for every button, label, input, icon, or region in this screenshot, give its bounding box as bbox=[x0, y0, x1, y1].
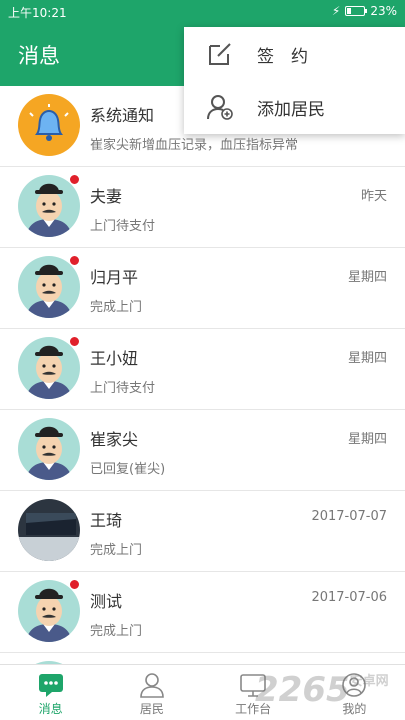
battery-icon bbox=[345, 6, 368, 16]
message-preview: 完成上门 bbox=[90, 543, 143, 558]
add-resident-icon bbox=[206, 93, 234, 121]
avatar bbox=[18, 499, 80, 561]
avatar bbox=[18, 256, 80, 318]
message-time: 2017-07-07 bbox=[311, 509, 387, 524]
message-preview: 完成上门 bbox=[90, 624, 143, 639]
contact-name: 崔家尖 bbox=[90, 430, 139, 449]
status-indicators: ⚡ 23% bbox=[332, 4, 397, 18]
watermark: 2265安卓网 bbox=[255, 670, 389, 710]
list-item[interactable]: 崔家尖已回复(崔尖) 星期四 bbox=[0, 410, 405, 491]
avatar bbox=[18, 337, 80, 399]
message-preview: 上门待支付 bbox=[90, 381, 156, 396]
unread-badge bbox=[69, 579, 80, 590]
contact-name: 系统通知 bbox=[90, 106, 155, 125]
contact-name: 夫妻 bbox=[90, 187, 123, 206]
list-item[interactable]: 王小妞上门待支付 星期四 bbox=[0, 329, 405, 410]
person-icon bbox=[139, 672, 165, 698]
list-item[interactable]: 夫妻上门待支付 昨天 bbox=[0, 167, 405, 248]
tab-messages[interactable]: 消息 bbox=[0, 665, 101, 720]
message-time: 星期四 bbox=[347, 351, 387, 366]
sign-edit-icon bbox=[206, 40, 234, 68]
contact-name: 王小妞 bbox=[90, 349, 139, 368]
popup-menu: 签 约 添加居民 bbox=[184, 27, 405, 134]
message-preview: 已回复(崔尖) bbox=[90, 462, 166, 477]
list-item[interactable]: 测试完成上门 2017-07-06 bbox=[0, 572, 405, 653]
list-item[interactable]: 王琦完成上门 2017-07-07 bbox=[0, 491, 405, 572]
message-preview: 完成上门 bbox=[90, 300, 143, 315]
message-time: 2017-07-06 bbox=[311, 590, 387, 605]
message-time: 星期四 bbox=[347, 270, 387, 285]
contact-name: 测试 bbox=[90, 592, 123, 611]
message-time: 星期四 bbox=[347, 432, 387, 447]
menu-item-sign-label: 签 约 bbox=[257, 47, 308, 67]
unread-badge bbox=[69, 174, 80, 185]
contact-name: 王琦 bbox=[90, 511, 123, 530]
unread-badge bbox=[69, 336, 80, 347]
bell-icon bbox=[18, 94, 80, 156]
avatar bbox=[18, 418, 80, 480]
tab-residents-label: 居民 bbox=[139, 702, 164, 716]
menu-item-sign[interactable]: 签 约 bbox=[184, 27, 405, 80]
list-item[interactable]: 归月平完成上门 星期四 bbox=[0, 248, 405, 329]
contact-name: 归月平 bbox=[90, 268, 139, 287]
message-icon bbox=[38, 672, 64, 698]
status-time: 上午10:21 bbox=[8, 6, 67, 20]
tab-messages-label: 消息 bbox=[38, 702, 63, 716]
message-time: 昨天 bbox=[360, 189, 387, 204]
menu-item-add-resident[interactable]: 添加居民 bbox=[184, 80, 405, 133]
list-item[interactable] bbox=[0, 653, 405, 664]
avatar bbox=[18, 175, 80, 237]
message-list: 系统通知 崔家尖新增血压记录，血压指标异常 夫妻 上门待支付 昨天 归月平 完成上门 星期四王… bbox=[0, 86, 405, 664]
message-preview: 上门待支付 bbox=[90, 219, 156, 234]
unread-badge bbox=[69, 255, 80, 266]
status-bar: 上午10:21 ⚡ 23% bbox=[0, 0, 405, 24]
page-title: 消息 bbox=[18, 44, 60, 68]
menu-item-add-resident-label: 添加居民 bbox=[257, 100, 325, 120]
avatar bbox=[18, 580, 80, 642]
tab-residents[interactable]: 居民 bbox=[101, 665, 202, 720]
battery-percent: 23% bbox=[370, 4, 397, 18]
message-preview: 崔家尖新增血压记录，血压指标异常 bbox=[90, 138, 299, 153]
signal-icon: ⚡ bbox=[331, 4, 341, 18]
